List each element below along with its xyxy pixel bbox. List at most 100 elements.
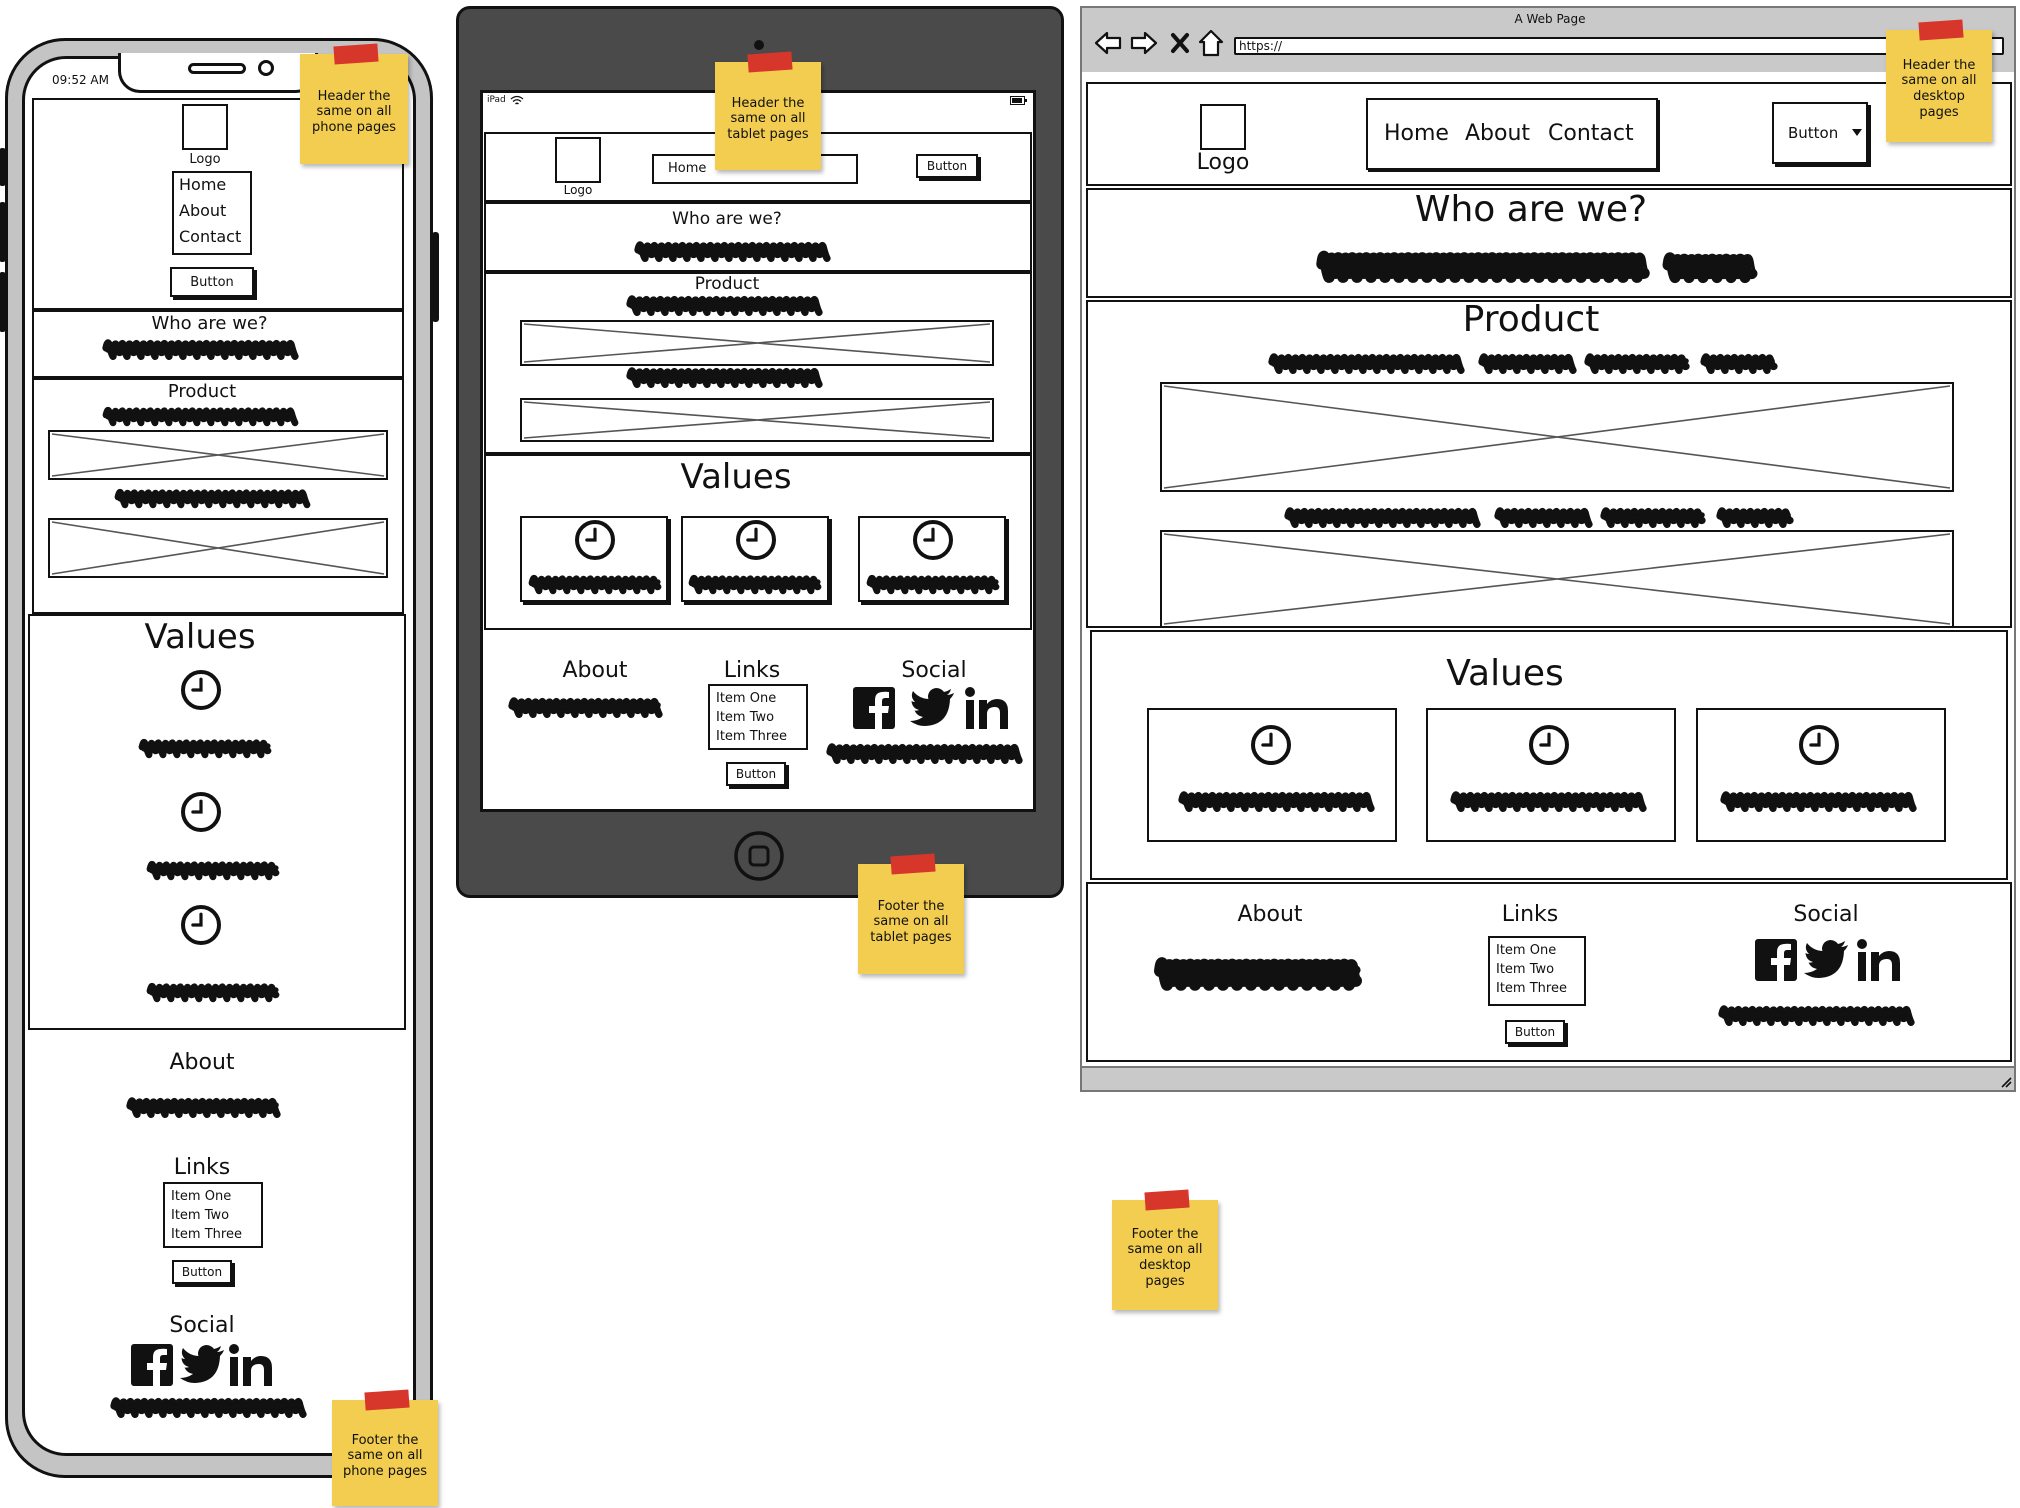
home-icon[interactable] xyxy=(1198,29,1224,57)
phone-about-heading: About xyxy=(169,1050,235,1075)
linkedin-icon[interactable] xyxy=(1856,938,1902,982)
phone-nav-home[interactable]: Home xyxy=(179,177,226,193)
sticky-note-desktop-footer: Footer the same on all desktop pages xyxy=(1112,1189,1218,1310)
scribble-text xyxy=(126,1097,281,1119)
scribble-text xyxy=(1662,252,1758,284)
scribble-text xyxy=(1716,507,1794,529)
facebook-icon[interactable] xyxy=(130,1343,174,1387)
scribble-text xyxy=(1720,791,1917,813)
phone-links-button[interactable]: Button xyxy=(172,1260,232,1284)
desktop-links-item[interactable]: Item One xyxy=(1496,941,1578,962)
sticky-note-phone-footer: Footer the same on all phone pages xyxy=(332,1389,438,1506)
image-placeholder xyxy=(520,398,994,442)
wifi-icon xyxy=(510,95,524,105)
twitter-icon[interactable] xyxy=(180,1343,226,1385)
sticky-note-text: Header the same on all tablet pages xyxy=(727,95,809,142)
phone-links-heading: Links xyxy=(173,1155,231,1180)
scribble-text xyxy=(1178,791,1375,813)
scribble-text xyxy=(1584,353,1690,375)
scribble-text xyxy=(688,574,822,595)
clock-icon xyxy=(181,905,221,945)
phone-who-heading: Who are we? xyxy=(151,313,268,334)
scribble-text xyxy=(626,295,823,317)
linkedin-icon[interactable] xyxy=(228,1343,274,1387)
twitter-icon[interactable] xyxy=(1804,938,1850,980)
phone-side-button xyxy=(0,202,6,262)
clock-icon xyxy=(575,520,615,560)
tablet-who-heading: Who are we? xyxy=(672,209,782,229)
desktop-nav-contact[interactable]: Contact xyxy=(1548,123,1634,145)
desktop-social-heading: Social xyxy=(1793,902,1859,927)
scribble-text xyxy=(146,860,280,881)
linkedin-icon[interactable] xyxy=(964,686,1010,730)
image-placeholder xyxy=(520,320,994,366)
tablet-links-item[interactable]: Item Two xyxy=(716,708,800,729)
scribble-text xyxy=(1600,507,1706,529)
sticky-note-text: Header the same on all desktop pages xyxy=(1901,57,1977,120)
desktop-links-item[interactable]: Item Three xyxy=(1496,979,1578,1000)
desktop-links-heading: Links xyxy=(1501,902,1559,927)
phone-nav-about[interactable]: About xyxy=(179,203,226,219)
tablet-links-button[interactable]: Button xyxy=(726,762,786,786)
clock-icon xyxy=(1251,725,1291,765)
desktop-nav-about[interactable]: About xyxy=(1465,123,1530,145)
sticky-note-text: Footer the same on all phone pages xyxy=(342,1432,428,1479)
resize-grip-icon[interactable] xyxy=(1998,1074,2012,1088)
desktop-links-item[interactable]: Item Two xyxy=(1496,960,1578,981)
phone-links-item[interactable]: Item Three xyxy=(171,1225,255,1246)
scribble-text xyxy=(1268,353,1465,375)
browser-window-title: A Web Page xyxy=(1514,12,1586,26)
phone-side-button xyxy=(432,232,439,322)
tablet-camera xyxy=(754,40,764,50)
desktop-product-heading: Product xyxy=(1462,299,1600,340)
scribble-text xyxy=(626,367,823,389)
clock-icon xyxy=(736,520,776,560)
scribble-text xyxy=(1700,353,1778,375)
desktop-logo-label: Logo xyxy=(1196,150,1250,175)
desktop-links-button[interactable]: Button xyxy=(1505,1020,1565,1044)
sticky-note-tablet-footer: Footer the same on all tablet pages xyxy=(858,853,964,974)
twitter-icon[interactable] xyxy=(910,686,956,728)
clock-icon xyxy=(1799,725,1839,765)
phone-links-item[interactable]: Item Two xyxy=(171,1206,255,1227)
facebook-icon[interactable] xyxy=(852,686,896,730)
phone-header-button[interactable]: Button xyxy=(170,267,254,297)
facebook-icon[interactable] xyxy=(1754,938,1798,982)
tablet-nav-home[interactable]: Home xyxy=(668,162,706,175)
scribble-text xyxy=(146,982,280,1003)
scribble-text xyxy=(1718,1005,1915,1027)
desktop-dropdown-label: Button xyxy=(1788,124,1839,142)
scribble-text xyxy=(1284,507,1481,529)
sticky-note-tablet-header: Header the same on all tablet pages xyxy=(715,51,821,170)
phone-values-heading: Values xyxy=(144,617,256,657)
home-button-icon[interactable] xyxy=(733,830,785,882)
image-placeholder xyxy=(1160,382,1954,492)
phone-nav-contact[interactable]: Contact xyxy=(179,229,241,245)
image-placeholder xyxy=(48,518,388,578)
clock-icon xyxy=(181,792,221,832)
scribble-text xyxy=(866,574,1000,595)
scribble-text xyxy=(634,241,831,263)
close-x-icon[interactable] xyxy=(1170,32,1190,54)
phone-links-item[interactable]: Item One xyxy=(171,1187,255,1208)
phone-side-button xyxy=(0,272,6,332)
tablet-header-button[interactable]: Button xyxy=(916,154,978,178)
battery-icon xyxy=(1010,96,1027,105)
tablet-logo-label: Logo xyxy=(563,183,593,197)
clock-icon xyxy=(1529,725,1569,765)
scribble-text xyxy=(110,1397,307,1419)
scribble-text xyxy=(1316,250,1650,283)
phone-social-heading: Social xyxy=(169,1313,235,1338)
back-arrow-icon[interactable] xyxy=(1094,30,1122,56)
phone-speaker xyxy=(188,63,246,74)
tablet-links-item[interactable]: Item Three xyxy=(716,727,800,748)
tablet-links-item[interactable]: Item One xyxy=(716,689,800,710)
address-bar-url: https:// xyxy=(1239,39,1283,53)
phone-product-heading: Product xyxy=(167,381,237,402)
forward-arrow-icon[interactable] xyxy=(1130,30,1158,56)
scribble-text xyxy=(1494,507,1593,529)
scribble-text xyxy=(508,697,663,719)
desktop-nav-home[interactable]: Home xyxy=(1384,123,1449,145)
image-placeholder xyxy=(48,430,388,480)
image-placeholder xyxy=(1160,530,1954,628)
